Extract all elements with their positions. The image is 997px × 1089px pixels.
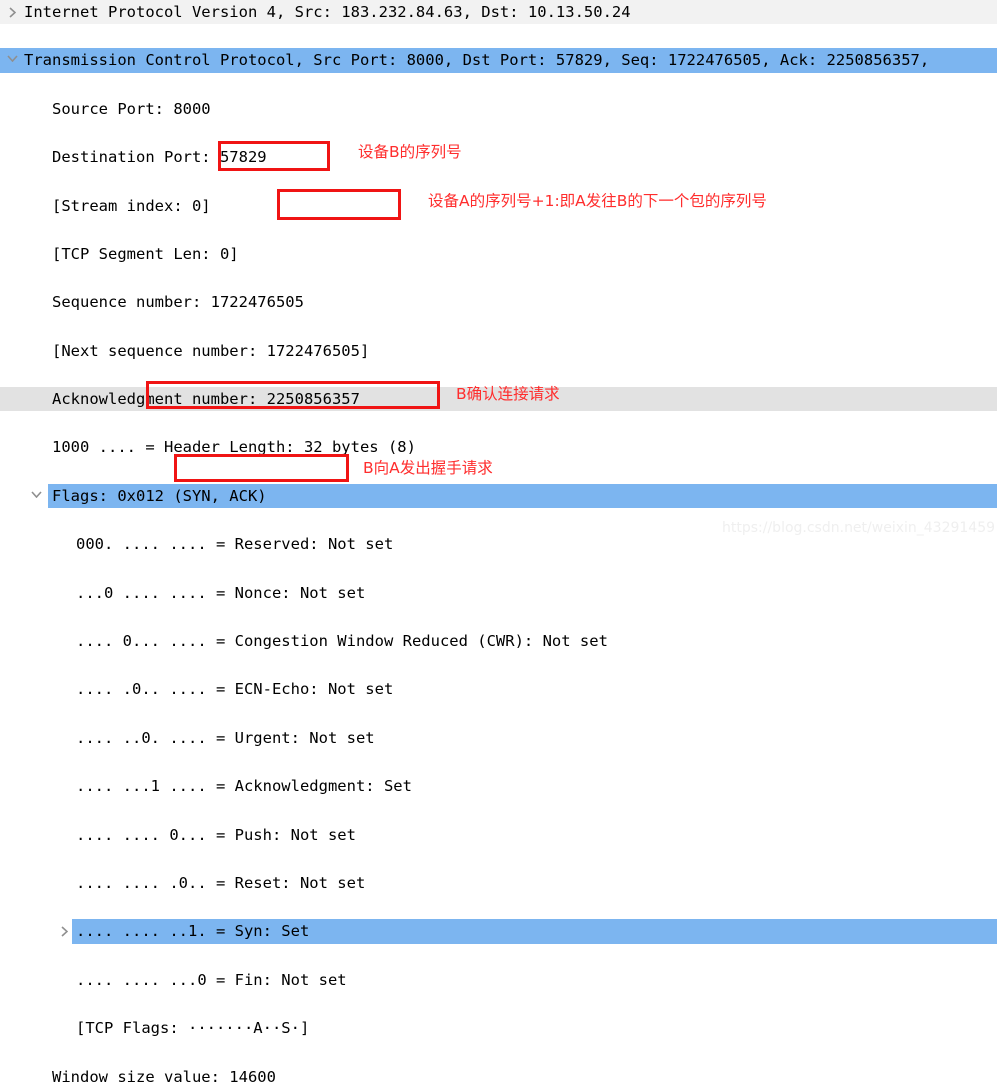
tree-row-label: Internet Protocol Version 4, Src: 183.23… (24, 3, 631, 21)
tree-row-ipv4-summary[interactable]: Internet Protocol Version 4, Src: 183.23… (0, 0, 997, 25)
tree-row-label: Flags: 0x012 (SYN, ACK) (52, 486, 267, 505)
tree-row-label: 000. .... .... = Reserved: Not set (76, 535, 394, 554)
chevron-down-icon[interactable] (28, 484, 44, 498)
tree-row-flag-acknowledgment[interactable]: .... ...1 .... = Acknowledgment: Set (0, 774, 997, 798)
tree-row-label: .... .... ..1. = Syn: Set (76, 922, 310, 941)
tree-row-sequence-number[interactable]: Sequence number: 1722476505 (0, 290, 997, 314)
tree-row-flag-push[interactable]: .... .... 0... = Push: Not set (0, 823, 997, 847)
tree-row-label: Source Port: 8000 (52, 99, 211, 118)
tree-row-header-length[interactable]: 1000 .... = Header Length: 32 bytes (8) (0, 435, 997, 459)
tree-row-flag-reset[interactable]: .... .... .0.. = Reset: Not set (0, 871, 997, 895)
tree-row-label: .... .... .0.. = Reset: Not set (76, 873, 366, 892)
tree-row-next-sequence-number[interactable]: [Next sequence number: 1722476505] (0, 339, 997, 363)
tree-row-label: .... .... 0... = Push: Not set (76, 825, 356, 844)
tree-row-label: Destination Port: 57829 (52, 148, 267, 167)
tree-row-destination-port[interactable]: Destination Port: 57829 (0, 145, 997, 169)
packet-details-tree[interactable]: Internet Protocol Version 4, Src: 183.23… (0, 0, 997, 1086)
tree-row-label: Window size value: 14600 (52, 1067, 276, 1086)
tree-row-window-size-value[interactable]: Window size value: 14600 (0, 1065, 997, 1089)
tree-row-label: [TCP Flags: ·······A··S·] (76, 1019, 310, 1038)
tree-row-flag-nonce[interactable]: ...0 .... .... = Nonce: Not set (0, 581, 997, 605)
tree-row-label: Transmission Control Protocol, Src Port:… (24, 51, 930, 70)
tree-row-label: Sequence number: 1722476505 (52, 293, 304, 312)
tree-row-label: [TCP Segment Len: 0] (52, 244, 239, 263)
tree-row-label: Acknowledgment number: 2250856357 (52, 390, 360, 409)
tree-row-label: [Stream index: 0] (52, 196, 211, 215)
tree-row-flag-urgent[interactable]: .... ..0. .... = Urgent: Not set (0, 726, 997, 750)
chevron-right-icon[interactable] (56, 919, 72, 937)
tree-row-label: .... .0.. .... = ECN-Echo: Not set (76, 680, 394, 699)
tree-row-flag-fin[interactable]: .... .... ...0 = Fin: Not set (0, 968, 997, 992)
annotation-note-ack-flag: B确认连接请求 (456, 385, 560, 403)
tree-row-flag-syn[interactable]: .... .... ..1. = Syn: Set (0, 919, 997, 944)
chevron-down-icon[interactable] (4, 48, 20, 63)
annotation-note-syn-flag: B向A发出握手请求 (363, 459, 493, 477)
watermark-text: https://blog.csdn.net/weixin_43291459 (722, 520, 996, 536)
tree-row-label: .... ..0. .... = Urgent: Not set (76, 728, 375, 747)
tree-row-label: 1000 .... = Header Length: 32 bytes (8) (52, 438, 416, 457)
tree-row-label: ...0 .... .... = Nonce: Not set (76, 583, 366, 602)
tree-row-label: [Next sequence number: 1722476505] (52, 341, 370, 360)
tree-row-tcp-summary[interactable]: Transmission Control Protocol, Src Port:… (0, 48, 997, 73)
tree-row-flag-ecn-echo[interactable]: .... .0.. .... = ECN-Echo: Not set (0, 677, 997, 701)
chevron-right-icon[interactable] (4, 0, 20, 18)
tree-row-source-port[interactable]: Source Port: 8000 (0, 97, 997, 121)
tree-row-label: .... 0... .... = Congestion Window Reduc… (76, 632, 608, 651)
tree-row-flag-cwr[interactable]: .... 0... .... = Congestion Window Reduc… (0, 629, 997, 653)
annotation-note-ack: 设备A的序列号+1:即A发往B的下一个包的序列号 (428, 192, 767, 210)
tree-row-label: .... .... ...0 = Fin: Not set (76, 970, 347, 989)
tree-row-tcp-flags-string[interactable]: [TCP Flags: ·······A··S·] (0, 1016, 997, 1040)
tree-row-label: .... ...1 .... = Acknowledgment: Set (76, 777, 412, 796)
tree-row-flags[interactable]: Flags: 0x012 (SYN, ACK) (0, 483, 997, 509)
tree-row-tcp-segment-len[interactable]: [TCP Segment Len: 0] (0, 242, 997, 266)
annotation-note-seq: 设备B的序列号 (358, 143, 462, 161)
